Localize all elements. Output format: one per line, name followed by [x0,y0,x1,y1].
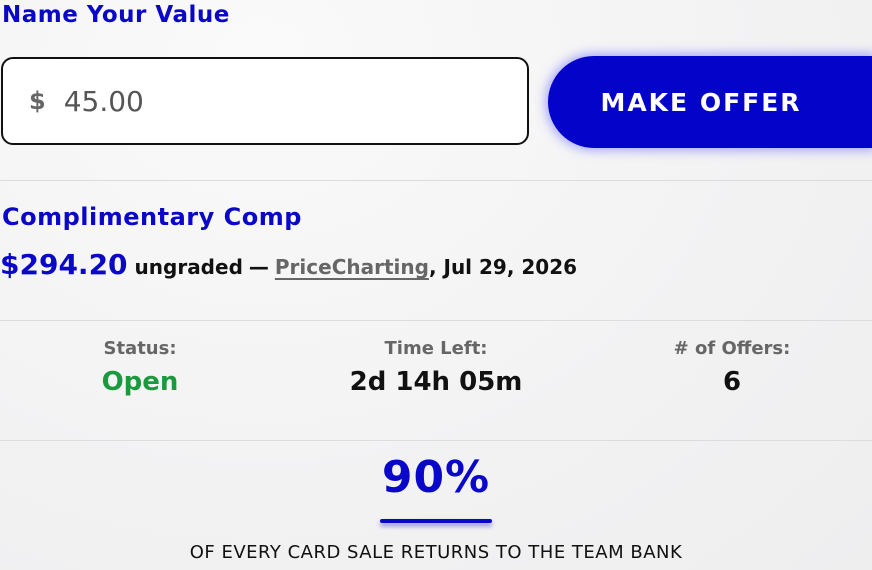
name-your-value-heading: Name Your Value [2,2,230,28]
offers-count-label: # of Offers: [673,338,791,359]
time-left-label: Time Left: [384,338,488,359]
offer-row: $ MAKE OFFER [0,56,872,148]
comp-separator: — [248,255,269,279]
status-label: Status: [103,338,177,359]
auction-stats: Status: Open Time Left: 2d 14h 05m # of … [0,338,872,428]
comp-price: $294.20 [0,248,128,281]
complimentary-comp-heading: Complimentary Comp [2,203,302,231]
time-left-stat: Time Left: 2d 14h 05m [350,338,523,397]
divider [0,180,872,181]
make-offer-button[interactable]: MAKE OFFER [548,56,872,148]
offers-count-stat: # of Offers: 6 [674,338,791,397]
offer-value-input[interactable] [61,83,486,119]
comp-grade: ungraded [134,255,243,279]
comp-price-line: $294.20 ungraded — PriceCharting , Jul 2… [0,248,577,281]
time-left-value: 2d 14h 05m [349,367,523,397]
divider [0,320,872,321]
team-bank-block: 90% OF EVERY CARD SALE RETURNS TO THE TE… [0,452,872,563]
divider [0,440,872,441]
team-bank-percent: 90% [381,452,491,503]
currency-prefix: $ [29,87,46,115]
status-stat: Status: Open [102,338,179,397]
status-value: Open [101,367,179,397]
comp-date: , Jul 29, 2026 [428,255,578,279]
value-input-container[interactable]: $ [1,57,529,145]
team-bank-caption: OF EVERY CARD SALE RETURNS TO THE TEAM B… [189,542,683,563]
comp-source-link[interactable]: PriceCharting [275,255,429,279]
offers-count-value: 6 [722,367,742,397]
percent-underline [380,519,492,523]
